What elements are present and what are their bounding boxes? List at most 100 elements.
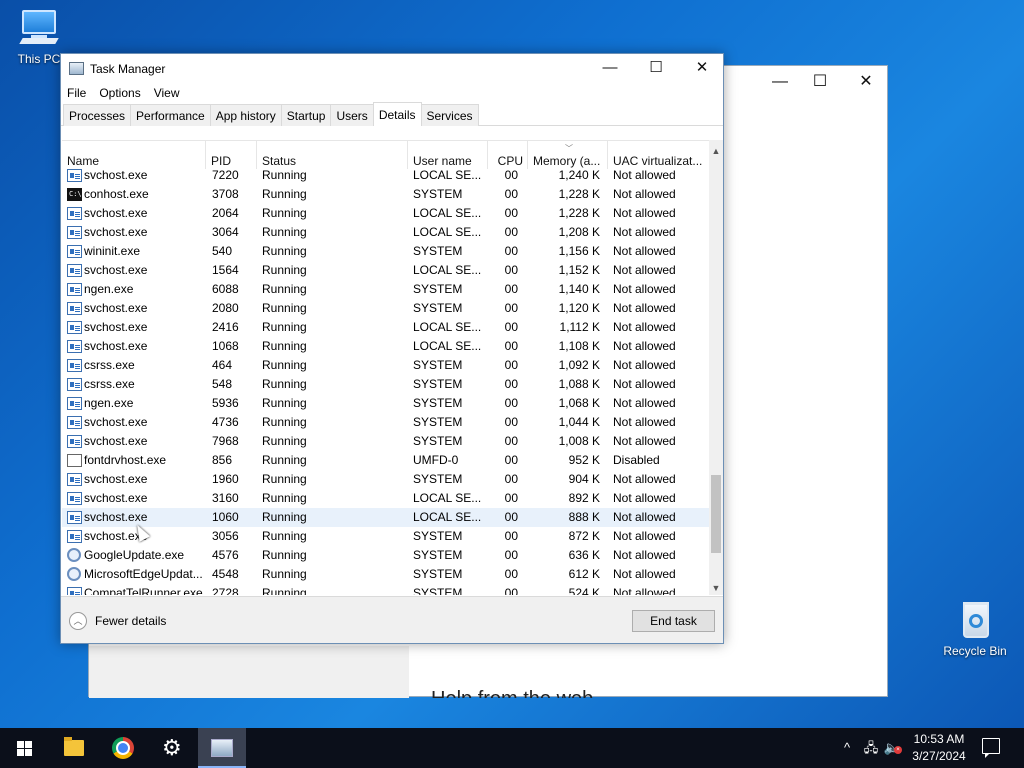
process-user: UMFD-0 xyxy=(413,453,459,467)
process-user: SYSTEM xyxy=(413,282,463,296)
close-button[interactable]: ✕ xyxy=(679,54,725,82)
process-memory: 1,208 K xyxy=(558,225,600,239)
bg-close-button[interactable]: ✕ xyxy=(851,72,881,92)
table-row[interactable]: svchost.exe 1068 Running LOCAL SE... 00 1,108… xyxy=(62,337,709,356)
vertical-scrollbar[interactable]: ▲ ▼ xyxy=(709,140,723,595)
table-row[interactable]: wininit.exe 540 Running SYSTEM 00 1,156 K Not … xyxy=(62,242,709,261)
process-user: SYSTEM xyxy=(413,472,463,486)
scroll-up-arrow-icon[interactable]: ▲ xyxy=(709,144,723,158)
process-user: LOCAL SE... xyxy=(413,491,482,505)
settings-icon: ⚙ xyxy=(162,735,182,760)
menu-view[interactable]: View xyxy=(154,86,180,100)
fewer-details-button[interactable]: ︿ Fewer details xyxy=(69,612,166,630)
column-header-uac[interactable]: UAC virtualizat... xyxy=(608,141,709,169)
process-uac: Not allowed xyxy=(613,415,676,429)
process-pid: 856 xyxy=(212,453,233,467)
column-header-name[interactable]: Name xyxy=(62,141,206,169)
menu-file[interactable]: File xyxy=(67,86,86,100)
clock-date: 3/27/2024 xyxy=(912,749,966,763)
table-row[interactable]: svchost.exe 4736 Running SYSTEM 00 1,044 K Not… xyxy=(62,413,709,432)
process-name: svchost.exe xyxy=(84,225,148,239)
file-explorer-button[interactable] xyxy=(50,728,98,768)
table-row[interactable]: csrss.exe 548 Running SYSTEM 00 1,088 K Not al… xyxy=(62,375,709,394)
process-cpu: 00 xyxy=(504,453,518,467)
clock[interactable]: 10:53 AM 3/27/2024 xyxy=(900,731,978,765)
process-memory: 1,120 K xyxy=(558,301,600,315)
scroll-thumb[interactable] xyxy=(711,475,721,553)
process-cpu: 00 xyxy=(504,491,518,505)
table-row[interactable]: svchost.exe 1060 Running LOCAL SE... 00 888 K… xyxy=(62,508,709,527)
table-row[interactable]: csrss.exe 464 Running SYSTEM 00 1,092 K Not al… xyxy=(62,356,709,375)
table-row[interactable]: svchost.exe 3056 Running SYSTEM 00 872 K Not a… xyxy=(62,527,709,546)
process-pid: 5936 xyxy=(212,396,239,410)
table-row[interactable]: svchost.exe 7220 Running LOCAL SE... 00 1,240… xyxy=(62,166,709,185)
table-row[interactable]: MicrosoftEdgeUpdat... 4548 Running SYSTEM 00… xyxy=(62,565,709,584)
process-status: Running xyxy=(262,415,307,429)
table-row[interactable]: ngen.exe 6088 Running SYSTEM 00 1,140 K Not al… xyxy=(62,280,709,299)
bg-minimize-button[interactable]: — xyxy=(765,72,795,92)
chrome-button[interactable] xyxy=(99,728,147,768)
maximize-button[interactable]: ☐ xyxy=(633,54,679,82)
process-user: SYSTEM xyxy=(413,529,463,543)
tab-processes[interactable]: Processes xyxy=(63,104,132,126)
process-status: Running xyxy=(262,358,307,372)
table-row[interactable]: svchost.exe 2416 Running LOCAL SE... 00 1,112… xyxy=(62,318,709,337)
settings-button[interactable]: ⚙ xyxy=(148,728,196,768)
table-row[interactable]: svchost.exe 3064 Running LOCAL SE... 00 1,208… xyxy=(62,223,709,242)
table-row[interactable]: CompatTelRunner.exe 2728 Running SYSTEM 00 52… xyxy=(62,584,709,595)
task-manager-window[interactable]: Task Manager — ☐ ✕ File Options View Pro… xyxy=(60,53,724,644)
network-icon[interactable]: 🖧 xyxy=(860,728,882,768)
process-cpu: 00 xyxy=(504,282,518,296)
table-row[interactable]: svchost.exe 2064 Running LOCAL SE... 00 1,228… xyxy=(62,204,709,223)
table-row[interactable]: C:\ conhost.exe 3708 Running SYSTEM 00 1,228 K… xyxy=(62,185,709,204)
table-row[interactable]: svchost.exe 1564 Running LOCAL SE... 00 1,152… xyxy=(62,261,709,280)
process-uac: Not allowed xyxy=(613,548,676,562)
process-memory: 1,008 K xyxy=(558,434,600,448)
column-header-cpu[interactable]: CPU xyxy=(488,141,528,169)
end-task-button[interactable]: End task xyxy=(632,610,715,632)
process-pid: 7220 xyxy=(212,168,239,182)
column-header-pid[interactable]: PID xyxy=(206,141,257,169)
show-hidden-icons-chevron-icon[interactable]: ^ xyxy=(838,728,856,768)
table-row[interactable]: ngen.exe 5936 Running SYSTEM 00 1,068 K Not al… xyxy=(62,394,709,413)
details-grid[interactable]: Name PID Status User name CPU Memory (a.… xyxy=(62,140,709,595)
process-memory: 1,112 K xyxy=(559,320,600,334)
column-header-user-name[interactable]: User name xyxy=(408,141,488,169)
tab-services[interactable]: Services xyxy=(420,104,479,126)
process-cpu: 00 xyxy=(504,187,518,201)
process-status: Running xyxy=(262,320,307,334)
minimize-button[interactable]: — xyxy=(587,54,633,82)
tab-details[interactable]: Details xyxy=(372,102,422,126)
title-bar[interactable]: Task Manager — ☐ ✕ xyxy=(61,54,723,82)
tab-startup[interactable]: Startup xyxy=(280,104,332,126)
table-row[interactable]: svchost.exe 7968 Running SYSTEM 00 1,008 K Not… xyxy=(62,432,709,451)
process-status: Running xyxy=(262,510,307,524)
process-cpu: 00 xyxy=(504,567,518,581)
process-cpu: 00 xyxy=(504,225,518,239)
table-row[interactable]: svchost.exe 3160 Running LOCAL SE... 00 892 K… xyxy=(62,489,709,508)
taskbar: ⚙ ^ 🖧 🔈 10:53 AM 3/27/2024 xyxy=(0,728,1024,768)
start-button[interactable] xyxy=(0,728,48,768)
application-icon xyxy=(67,283,82,296)
action-center-icon[interactable] xyxy=(982,738,1000,758)
table-row[interactable]: svchost.exe 1960 Running SYSTEM 00 904 K Not a… xyxy=(62,470,709,489)
tab-app-history[interactable]: App history xyxy=(209,104,282,126)
table-row[interactable]: fontdrvhost.exe 856 Running UMFD-0 00 952 K Di… xyxy=(62,451,709,470)
column-header-status[interactable]: Status xyxy=(257,141,408,169)
process-status: Running xyxy=(262,187,307,201)
process-user: SYSTEM xyxy=(413,358,463,372)
menu-options[interactable]: Options xyxy=(99,86,140,100)
table-row[interactable]: GoogleUpdate.exe 4576 Running SYSTEM 00 636 K… xyxy=(62,546,709,565)
bg-maximize-button[interactable]: ☐ xyxy=(805,72,835,92)
scroll-down-arrow-icon[interactable]: ▼ xyxy=(709,581,723,595)
task-manager-taskbar-button[interactable] xyxy=(198,728,246,768)
process-pid: 6088 xyxy=(212,282,239,296)
recycle-bin-desktop-icon[interactable]: Recycle Bin xyxy=(938,600,1012,658)
process-cpu: 00 xyxy=(504,339,518,353)
recycle-bin-label: Recycle Bin xyxy=(943,644,1007,658)
process-status: Running xyxy=(262,377,307,391)
tab-performance[interactable]: Performance xyxy=(130,104,211,126)
table-row[interactable]: svchost.exe 2080 Running SYSTEM 00 1,120 K Not… xyxy=(62,299,709,318)
tab-users[interactable]: Users xyxy=(330,104,374,126)
process-cpu: 00 xyxy=(504,529,518,543)
